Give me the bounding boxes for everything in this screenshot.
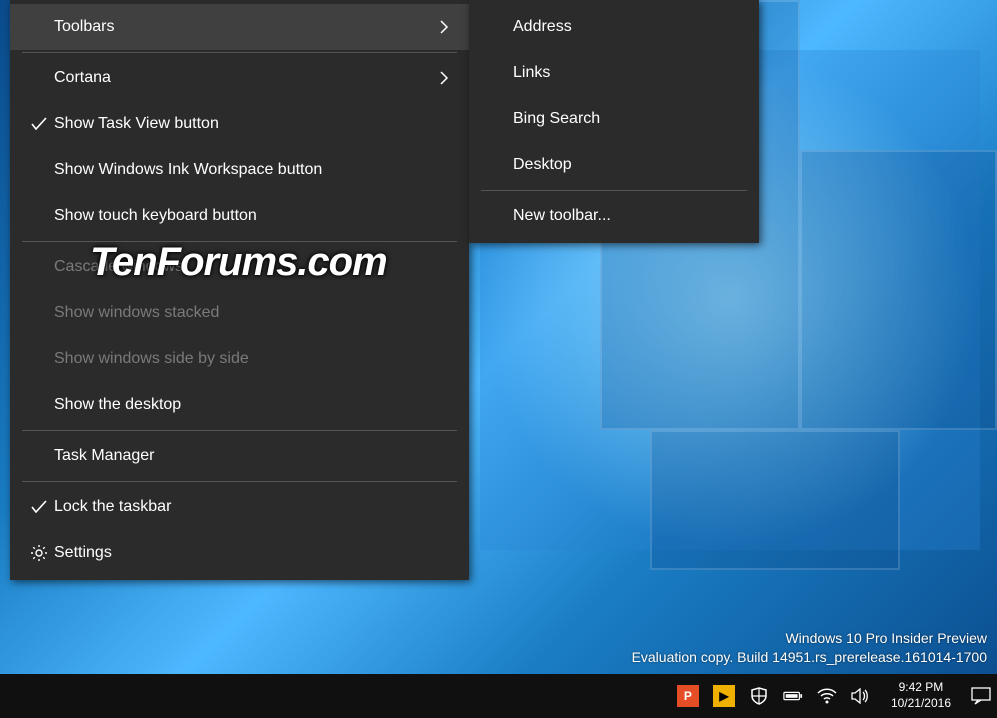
menu-label: New toolbar... bbox=[513, 207, 739, 225]
check-icon bbox=[24, 117, 54, 131]
menu-item-show-touch-keyboard[interactable]: Show touch keyboard button bbox=[10, 193, 469, 239]
menu-label: Show the desktop bbox=[54, 396, 429, 414]
battery-icon[interactable] bbox=[783, 686, 803, 706]
menu-item-show-stacked: Show windows stacked bbox=[10, 290, 469, 336]
menu-separator bbox=[22, 481, 457, 482]
toolbars-submenu: Address Links Bing Search Desktop New to… bbox=[469, 0, 759, 243]
menu-separator bbox=[22, 430, 457, 431]
submenu-item-new-toolbar[interactable]: New toolbar... bbox=[469, 193, 759, 239]
desktop-watermark: Windows 10 Pro Insider Preview Evaluatio… bbox=[632, 629, 987, 668]
menu-label: Address bbox=[513, 18, 739, 36]
menu-label: Task Manager bbox=[54, 447, 429, 465]
menu-item-settings[interactable]: Settings bbox=[10, 530, 469, 576]
tray-app-icon[interactable]: P bbox=[677, 685, 699, 707]
desktop-decoration bbox=[650, 430, 900, 570]
menu-item-cascade-windows: Cascade windows bbox=[10, 244, 469, 290]
submenu-item-desktop[interactable]: Desktop bbox=[469, 142, 759, 188]
menu-item-task-manager[interactable]: Task Manager bbox=[10, 433, 469, 479]
menu-item-show-desktop[interactable]: Show the desktop bbox=[10, 382, 469, 428]
menu-label: Show Task View button bbox=[54, 115, 429, 133]
menu-separator bbox=[481, 190, 747, 191]
menu-label: Cortana bbox=[54, 69, 429, 87]
menu-separator bbox=[22, 241, 457, 242]
menu-label: Show touch keyboard button bbox=[54, 207, 429, 225]
menu-label: Cascade windows bbox=[54, 258, 429, 276]
defender-icon[interactable] bbox=[749, 686, 769, 706]
menu-label: Settings bbox=[54, 544, 429, 562]
check-icon bbox=[24, 500, 54, 514]
menu-item-cortana[interactable]: Cortana bbox=[10, 55, 469, 101]
menu-item-show-side-by-side: Show windows side by side bbox=[10, 336, 469, 382]
system-tray: P ▶ 9:42 PM 10/21/2016 bbox=[677, 680, 991, 711]
gear-icon bbox=[24, 544, 54, 562]
taskbar-clock[interactable]: 9:42 PM 10/21/2016 bbox=[885, 680, 957, 711]
menu-separator bbox=[22, 52, 457, 53]
menu-label: Show Windows Ink Workspace button bbox=[54, 161, 429, 179]
wifi-icon[interactable] bbox=[817, 686, 837, 706]
menu-item-show-ink-workspace[interactable]: Show Windows Ink Workspace button bbox=[10, 147, 469, 193]
menu-label: Bing Search bbox=[513, 110, 739, 128]
menu-item-toolbars[interactable]: Toolbars bbox=[10, 4, 469, 50]
submenu-item-links[interactable]: Links bbox=[469, 50, 759, 96]
menu-label: Show windows stacked bbox=[54, 304, 429, 322]
taskbar-context-menu: Toolbars Cortana Show Task View button S… bbox=[10, 0, 469, 580]
volume-icon[interactable] bbox=[851, 686, 871, 706]
desktop-decoration bbox=[800, 150, 997, 430]
chevron-right-icon bbox=[429, 71, 449, 85]
chevron-right-icon bbox=[429, 20, 449, 34]
menu-label: Lock the taskbar bbox=[54, 498, 429, 516]
taskbar[interactable]: P ▶ 9:42 PM 10/21/2016 bbox=[0, 674, 997, 718]
submenu-item-bing-search[interactable]: Bing Search bbox=[469, 96, 759, 142]
menu-label: Desktop bbox=[513, 156, 739, 174]
action-center-icon[interactable] bbox=[971, 686, 991, 706]
clock-time: 9:42 PM bbox=[891, 680, 951, 696]
menu-label: Show windows side by side bbox=[54, 350, 429, 368]
menu-item-lock-taskbar[interactable]: Lock the taskbar bbox=[10, 484, 469, 530]
menu-item-show-task-view[interactable]: Show Task View button bbox=[10, 101, 469, 147]
watermark-line2: Evaluation copy. Build 14951.rs_prerelea… bbox=[632, 648, 987, 668]
watermark-line1: Windows 10 Pro Insider Preview bbox=[632, 629, 987, 649]
menu-label: Links bbox=[513, 64, 739, 82]
clock-date: 10/21/2016 bbox=[891, 696, 951, 712]
menu-label: Toolbars bbox=[54, 18, 429, 36]
tray-app-icon[interactable]: ▶ bbox=[713, 685, 735, 707]
submenu-item-address[interactable]: Address bbox=[469, 4, 759, 50]
